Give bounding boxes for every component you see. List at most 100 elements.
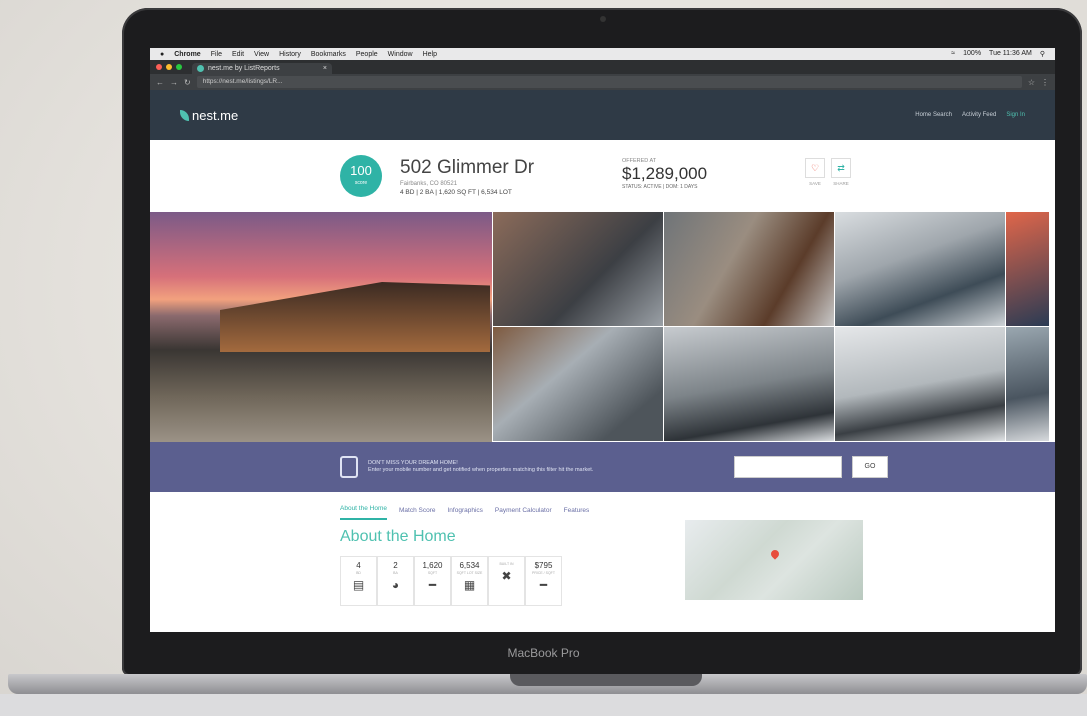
gallery-photo[interactable]: [834, 212, 1005, 327]
lot-icon: ▦: [463, 578, 476, 592]
ruler-icon: ━: [428, 578, 437, 592]
nav-home-search[interactable]: Home Search: [915, 112, 952, 118]
stat-bathrooms: 2 BA ◕: [377, 556, 414, 606]
nav-activity-feed[interactable]: Activity Feed: [962, 112, 996, 118]
screen: ● Chrome File Edit View History Bookmark…: [150, 48, 1055, 632]
map-pin-icon[interactable]: [769, 548, 781, 560]
browser-tab[interactable]: nest.me by ListReports ×: [192, 63, 332, 74]
wifi-icon[interactable]: ≈: [951, 50, 955, 58]
menu-item-view[interactable]: View: [254, 51, 269, 58]
tab-match-score[interactable]: Match Score: [399, 507, 436, 520]
home-stats: 4 BD ▤ 2 BA ◕ 1,620 SQFT ━ 6,534 SQFT LO…: [340, 556, 562, 606]
go-button[interactable]: GO: [852, 456, 888, 478]
close-tab-icon[interactable]: ×: [323, 63, 327, 74]
clock[interactable]: Tue 11:36 AM: [989, 50, 1032, 58]
url-input[interactable]: https://nest.me/listings/LR...: [196, 76, 1022, 88]
menu-app-name[interactable]: Chrome: [174, 51, 200, 58]
gallery-photo[interactable]: [1005, 212, 1049, 327]
menu-item-window[interactable]: Window: [388, 51, 413, 58]
menu-dots-icon[interactable]: ⋮: [1041, 78, 1049, 87]
stat-value: 4: [356, 561, 361, 570]
stat-value: 1,620: [422, 561, 443, 570]
property-address: 502 Glimmer Dr: [400, 156, 535, 178]
stat-label: SQFT: [427, 571, 438, 575]
location-map[interactable]: [685, 520, 863, 600]
property-header: 100 score 502 Glimmer Dr Fairbanks, CO 8…: [150, 140, 1055, 212]
bookmark-star-icon[interactable]: ☆: [1028, 78, 1035, 87]
gallery-photo[interactable]: [1005, 327, 1049, 442]
laptop-brand: MacBook Pro: [507, 646, 580, 660]
menu-item-bookmarks[interactable]: Bookmarks: [311, 51, 346, 58]
offer-block: OFFERED AT $1,289,000 STATUS: ACTIVE | D…: [622, 158, 707, 190]
search-icon[interactable]: ⚲: [1040, 50, 1045, 58]
menu-item-edit[interactable]: Edit: [232, 51, 244, 58]
tab-features[interactable]: Features: [564, 507, 590, 520]
stat-price-per-sqft: $795 PRICE / SQFT ━: [525, 556, 562, 606]
menu-item-history[interactable]: History: [279, 51, 301, 58]
reload-icon[interactable]: ↻: [184, 78, 191, 87]
save-caption: SAVE: [809, 181, 821, 186]
menu-item-people[interactable]: People: [356, 51, 378, 58]
stat-lot-size: 6,534 SQFT LOT SIZE ▦: [451, 556, 488, 606]
hero-photo[interactable]: [150, 212, 492, 442]
match-score-badge[interactable]: 100 score: [340, 155, 382, 197]
tab-about-the-home[interactable]: About the Home: [340, 505, 387, 520]
score-label: score: [354, 180, 368, 186]
heart-icon[interactable]: ♡: [805, 158, 825, 178]
share-caption: SHARE: [833, 181, 849, 186]
browser-tabbar: nest.me by ListReports ×: [150, 60, 1055, 74]
ruler-icon: ━: [539, 578, 548, 592]
stat-built-in: BUILT IN ✖: [488, 556, 525, 606]
gallery-photo[interactable]: [492, 212, 663, 327]
photo-grid: [492, 212, 1049, 442]
stat-label: BUILT IN: [499, 562, 514, 566]
stat-label: SQFT LOT SIZE: [456, 571, 483, 575]
site-header: nest.me Home Search Activity Feed Sign I…: [150, 90, 1055, 140]
tab-infographics[interactable]: Infographics: [447, 507, 482, 520]
banner-headline: DON'T MISS YOUR DREAM HOME!: [368, 460, 458, 466]
window-controls: [156, 60, 182, 74]
back-icon[interactable]: ←: [156, 78, 164, 87]
stat-value: 6,534: [459, 561, 480, 570]
mac-menubar: ● Chrome File Edit View History Bookmark…: [150, 48, 1055, 60]
tab-title: nest.me by ListReports: [208, 65, 280, 72]
menu-item-help[interactable]: Help: [423, 51, 437, 58]
photo-gallery: [150, 212, 1055, 442]
stat-value: $795: [534, 561, 553, 570]
banner-text: DON'T MISS YOUR DREAM HOME! Enter your m…: [368, 460, 724, 474]
share-icon[interactable]: ⇄: [831, 158, 851, 178]
nav-sign-in[interactable]: Sign In: [1006, 112, 1025, 118]
browser-toolbar: ← → ↻ https://nest.me/listings/LR... ☆ ⋮: [150, 74, 1055, 90]
bed-icon: ▤: [352, 578, 365, 592]
property-actions: ♡ SAVE ⇄ SHARE: [805, 158, 851, 186]
tools-icon: ✖: [501, 569, 512, 583]
gallery-photo[interactable]: [663, 327, 834, 442]
gallery-photo[interactable]: [663, 212, 834, 327]
property-city: Fairbanks, CO 80521: [400, 180, 458, 187]
phone-icon: [340, 456, 358, 478]
bathtub-icon: ◕: [391, 578, 400, 592]
menu-item-file[interactable]: File: [211, 51, 222, 58]
phone-number-input[interactable]: [734, 456, 842, 478]
camera-dot: [600, 16, 606, 22]
apple-icon[interactable]: ●: [160, 51, 164, 58]
site-nav: Home Search Activity Feed Sign In: [915, 112, 1025, 118]
stat-value: 2: [393, 561, 398, 570]
minimize-window-icon[interactable]: [166, 64, 172, 70]
property-price: $1,289,000: [622, 164, 708, 183]
forward-icon[interactable]: →: [170, 78, 178, 87]
section-tabs: About the Home Match Score Infographics …: [150, 492, 1055, 520]
close-window-icon[interactable]: [156, 64, 162, 70]
stat-label: BA: [393, 571, 398, 575]
battery-percent[interactable]: 100%: [963, 50, 981, 58]
tab-payment-calculator[interactable]: Payment Calculator: [495, 507, 552, 520]
gallery-photo[interactable]: [492, 327, 663, 442]
property-specs: 4 BD | 2 BA | 1,620 SQ FT | 6,534 LOT: [400, 188, 512, 196]
leaf-icon: [180, 109, 189, 121]
site-logo[interactable]: nest.me: [180, 108, 238, 123]
favicon-icon: [197, 65, 204, 72]
desk-surface: [0, 694, 1087, 716]
house-shape: [220, 282, 490, 352]
gallery-photo[interactable]: [834, 327, 1005, 442]
maximize-window-icon[interactable]: [176, 64, 182, 70]
